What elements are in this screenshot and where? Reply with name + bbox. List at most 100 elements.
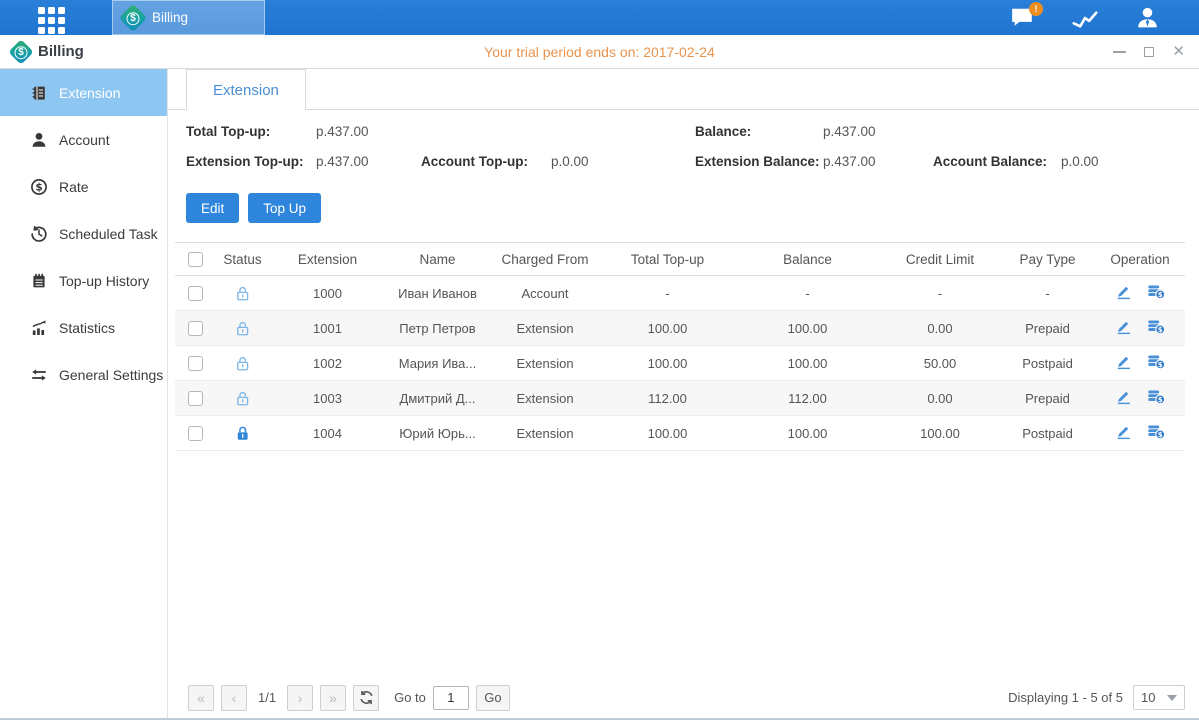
sidebar: Extension Account $RateScheduled TaskTop-u… <box>0 69 168 718</box>
extension-table-body: 1000Иван ИвановAccount----$1001Петр Петр… <box>175 276 1185 451</box>
displaying-text: Displaying 1 - 5 of 5 <box>1008 690 1123 705</box>
balance-summary: Total Top-up: p.437.00 Balance: p.437.00… <box>186 116 1199 176</box>
account-topup-value: p.0.00 <box>551 154 589 169</box>
unlocked-icon <box>234 389 251 404</box>
sidebar-item-label: General Settings <box>59 367 163 383</box>
extension-topup-value: p.437.00 <box>316 154 369 169</box>
sidebar-item-extension[interactable]: Extension <box>0 69 167 116</box>
column-header: Extension <box>270 243 385 276</box>
balance-label: Balance: <box>695 124 751 139</box>
billing-window-icon: $ <box>8 39 33 64</box>
edit-button[interactable]: Edit <box>186 193 239 223</box>
balance-cell: 100.00 <box>735 311 880 346</box>
row-checkbox[interactable] <box>188 391 203 406</box>
name-cell: Иван Иванов <box>385 276 490 311</box>
row-checkbox[interactable] <box>188 286 203 301</box>
user-icon[interactable] <box>1134 5 1161 31</box>
ledger-icon <box>30 84 48 102</box>
total-topup-label: Total Top-up: <box>186 124 270 139</box>
top-up-button[interactable]: Top Up <box>248 193 321 223</box>
extension-cell: 1000 <box>270 276 385 311</box>
extension-topup-label: Extension Top-up: <box>186 154 304 169</box>
row-checkbox[interactable] <box>188 356 203 371</box>
edit-icon[interactable] <box>1115 353 1132 373</box>
prev-page-button[interactable]: ‹ <box>221 685 247 711</box>
table-row: 1004Юрий Юрь...Extension100.00100.00100.… <box>175 416 1185 451</box>
credit-limit-cell: 50.00 <box>880 346 1000 381</box>
total-topup-value: p.437.00 <box>316 124 369 139</box>
credit-limit-cell: 0.00 <box>880 381 1000 416</box>
app-grid-icon[interactable] <box>38 7 68 37</box>
charged-from-cell: Extension <box>490 416 600 451</box>
next-page-button[interactable]: › <box>287 685 313 711</box>
balance-cell: 112.00 <box>735 381 880 416</box>
edit-icon[interactable] <box>1115 283 1132 303</box>
balance-cell: 100.00 <box>735 346 880 381</box>
sidebar-item-account[interactable]: Account <box>0 116 167 163</box>
name-cell: Дмитрий Д... <box>385 381 490 416</box>
tab-strip: Extension <box>168 69 1199 110</box>
minimize-button[interactable] <box>1113 45 1126 59</box>
sidebar-item-general-settings[interactable]: General Settings <box>0 351 167 398</box>
person-icon <box>30 131 48 149</box>
select-all-checkbox[interactable] <box>188 252 203 267</box>
name-cell: Юрий Юрь... <box>385 416 490 451</box>
column-header: Operation <box>1095 243 1185 276</box>
pay-type-cell: - <box>1000 276 1095 311</box>
sidebar-item-label: Extension <box>59 85 120 101</box>
row-checkbox[interactable] <box>188 426 203 441</box>
tab-extension[interactable]: Extension <box>186 69 306 110</box>
trial-message: Your trial period ends on: 2017-02-24 <box>0 44 1199 60</box>
edit-icon[interactable] <box>1115 318 1132 338</box>
window-title: Billing <box>38 43 84 60</box>
svg-text:$: $ <box>35 181 42 193</box>
sidebar-item-statistics[interactable]: Statistics <box>0 304 167 351</box>
svg-text:$: $ <box>1157 360 1162 369</box>
column-header: Name <box>385 243 490 276</box>
goto-label: Go to <box>394 690 426 705</box>
notification-badge: ! <box>1029 2 1043 16</box>
reports-chart-icon[interactable] <box>1070 5 1100 31</box>
account-balance-label: Account Balance: <box>933 154 1047 169</box>
topup-icon[interactable]: $ <box>1146 353 1166 373</box>
messages-icon[interactable]: ! <box>1009 6 1036 30</box>
action-buttons: Edit Top Up <box>186 193 1199 223</box>
edit-icon[interactable] <box>1115 423 1132 443</box>
extension-cell: 1002 <box>270 346 385 381</box>
charged-from-cell: Extension <box>490 311 600 346</box>
go-button[interactable]: Go <box>476 685 510 711</box>
edit-icon[interactable] <box>1115 388 1132 408</box>
topup-icon[interactable]: $ <box>1146 318 1166 338</box>
unlocked-icon <box>234 319 251 334</box>
sidebar-item-scheduled-task[interactable]: Scheduled Task <box>0 210 167 257</box>
pay-type-cell: Postpaid <box>1000 416 1095 451</box>
total-topup-cell: 112.00 <box>600 381 735 416</box>
page-size-value: 10 <box>1141 690 1155 705</box>
topup-icon[interactable]: $ <box>1146 423 1166 443</box>
charged-from-cell: Extension <box>490 381 600 416</box>
row-checkbox[interactable] <box>188 321 203 336</box>
balance-value: p.437.00 <box>823 124 876 139</box>
table-row: 1000Иван ИвановAccount----$ <box>175 276 1185 311</box>
sidebar-item-label: Statistics <box>59 320 115 336</box>
topup-icon[interactable]: $ <box>1146 283 1166 303</box>
column-header: Balance <box>735 243 880 276</box>
history-clock-icon <box>30 225 48 243</box>
sidebar-item-label: Account <box>59 132 110 148</box>
close-button[interactable]: ✕ <box>1172 45 1185 59</box>
table-row: 1002Мария Ива...Extension100.00100.0050.… <box>175 346 1185 381</box>
table-row: 1003Дмитрий Д...Extension112.00112.000.0… <box>175 381 1185 416</box>
goto-page-input[interactable] <box>433 686 469 710</box>
sidebar-item-top-up-history[interactable]: Top-up History <box>0 257 167 304</box>
topbar-billing-tab[interactable]: $ Billing <box>112 0 265 35</box>
billing-window: $ Billing ! $ Billing Your trial period … <box>0 0 1199 720</box>
page-size-select[interactable]: 10 <box>1133 685 1185 710</box>
first-page-button[interactable]: « <box>188 685 214 711</box>
last-page-button[interactable]: » <box>320 685 346 711</box>
topup-icon[interactable]: $ <box>1146 388 1166 408</box>
extension-cell: 1003 <box>270 381 385 416</box>
name-cell: Петр Петров <box>385 311 490 346</box>
refresh-button[interactable] <box>353 685 379 711</box>
maximize-button[interactable] <box>1144 45 1154 59</box>
sidebar-item-rate[interactable]: $Rate <box>0 163 167 210</box>
